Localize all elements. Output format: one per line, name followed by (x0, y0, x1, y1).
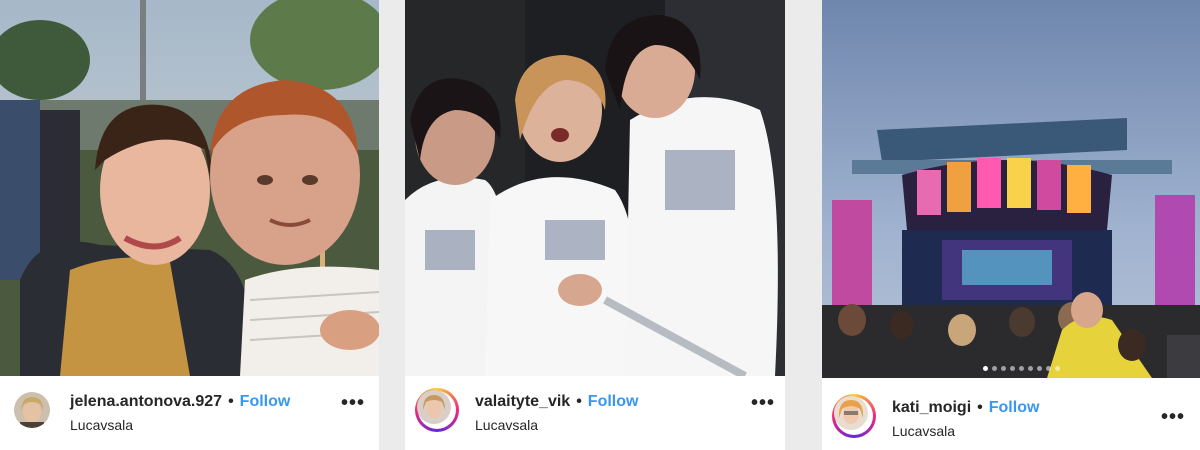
carousel-dot (1028, 366, 1033, 371)
carousel-indicator (983, 366, 1060, 371)
post-photo[interactable] (0, 0, 379, 376)
avatar-image (417, 390, 451, 424)
separator-dot: • (228, 393, 234, 410)
location-link[interactable]: Lucavsala (70, 417, 290, 433)
carousel-dot (1037, 366, 1042, 371)
carousel-dot (1010, 366, 1015, 371)
header-line: valaityte_vik • Follow (475, 393, 638, 411)
post-card: kati_moigi • Follow Lucavsala ••• (822, 0, 1200, 450)
post-meta: kati_moigi • Follow Lucavsala (892, 399, 1039, 439)
carousel-dot (1046, 366, 1051, 371)
story-ring[interactable] (832, 394, 876, 438)
carousel-dot (992, 366, 997, 371)
separator-dot: • (576, 393, 582, 410)
username-link[interactable]: kati_moigi (892, 399, 971, 416)
story-ring[interactable] (415, 388, 459, 432)
avatar (834, 396, 868, 430)
post-meta: jelena.antonova.927 • Follow Lucavsala (70, 393, 290, 433)
username-link[interactable]: jelena.antonova.927 (70, 393, 222, 410)
post-photo[interactable] (822, 0, 1200, 378)
avatar (417, 390, 451, 424)
location-link[interactable]: Lucavsala (892, 423, 1039, 439)
follow-button[interactable]: Follow (240, 393, 291, 410)
username-link[interactable]: valaityte_vik (475, 393, 570, 410)
carousel-dot (983, 366, 988, 371)
more-options-icon[interactable]: ••• (1161, 407, 1185, 427)
carousel-dot (1001, 366, 1006, 371)
post-card: jelena.antonova.927 • Follow Lucavsala ••• (0, 0, 379, 450)
post-card: valaityte_vik • Follow Lucavsala ••• (405, 0, 785, 450)
avatar[interactable] (14, 392, 50, 428)
avatar-image (14, 392, 50, 428)
follow-button[interactable]: Follow (989, 399, 1040, 416)
avatar-image (834, 396, 868, 430)
post-meta: valaityte_vik • Follow Lucavsala (475, 393, 638, 433)
header-line: kati_moigi • Follow (892, 399, 1039, 417)
photo-image (405, 0, 785, 376)
more-options-icon[interactable]: ••• (341, 393, 365, 413)
carousel-dot (1019, 366, 1024, 371)
location-link[interactable]: Lucavsala (475, 417, 638, 433)
header-line: jelena.antonova.927 • Follow (70, 393, 290, 411)
follow-button[interactable]: Follow (588, 393, 639, 410)
carousel-dot (1055, 366, 1060, 371)
separator-dot: • (977, 399, 983, 416)
photo-image (0, 0, 379, 376)
photo-image (822, 0, 1200, 378)
more-options-icon[interactable]: ••• (751, 393, 775, 413)
post-photo[interactable] (405, 0, 785, 376)
